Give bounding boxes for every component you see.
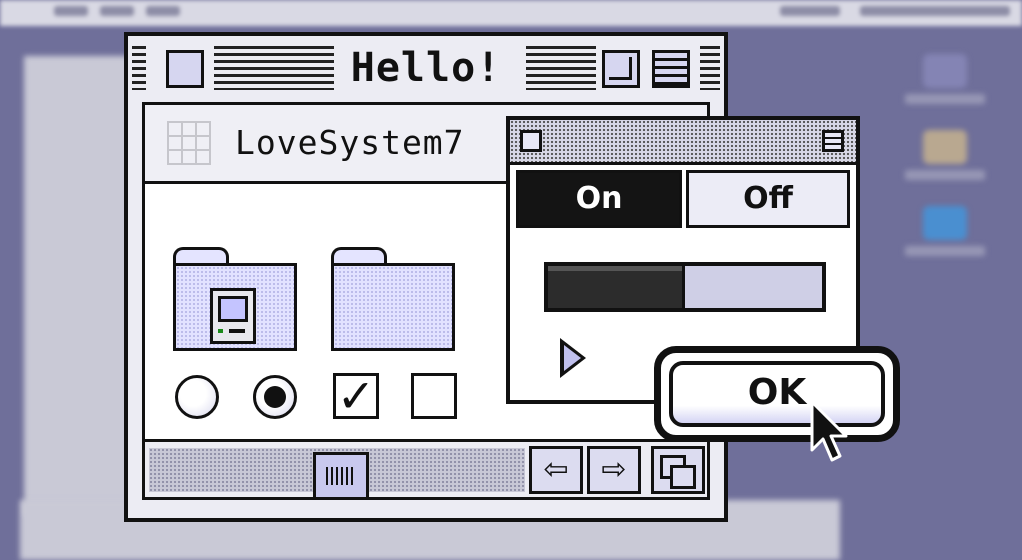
title-stripes [700,46,720,90]
ok-button-label: OK [669,361,885,427]
window-title: Hello! [346,42,506,94]
zoom-box[interactable] [602,50,640,88]
on-off-toggle[interactable]: On Off [516,170,850,228]
resize-icon[interactable] [651,446,705,494]
title-stripes [132,46,146,90]
collapse-box[interactable] [652,50,690,88]
menu-item-view[interactable] [146,6,180,16]
control-title-bar[interactable] [510,120,856,165]
horizontal-scrollbar[interactable]: ⇦ ⇨ [145,439,707,497]
menu-item-edit[interactable] [100,6,134,16]
title-stripes [214,46,334,90]
radio-button-selected[interactable] [253,375,297,419]
desktop-icon-finder[interactable] [890,130,1000,180]
arrow-left-icon[interactable]: ⇦ [529,446,583,494]
title-bar[interactable]: Hello! [128,36,724,100]
menu-bar [0,0,1022,26]
menu-item-file[interactable] [54,6,88,16]
background-window [24,56,134,516]
menu-clock [780,6,840,16]
progress-fill [548,266,685,308]
checkbox-unchecked[interactable] [411,373,457,419]
desktop-icon-drive[interactable] [890,54,1000,104]
scroll-thumb[interactable] [313,452,369,497]
mac-computer-icon [210,288,256,344]
radio-button-unselected[interactable] [175,375,219,419]
scroll-track[interactable] [149,448,525,497]
toggle-on-option[interactable]: On [516,170,682,228]
grid-view-icon[interactable] [167,121,211,165]
checkbox-checked[interactable]: ✓ [333,373,379,419]
folder-icon[interactable] [331,247,455,351]
toggle-off-option[interactable]: Off [686,170,850,228]
close-box[interactable] [520,130,542,152]
disclosure-triangle-icon[interactable] [560,338,586,378]
menu-app-switcher[interactable] [860,6,1010,16]
arrow-cursor-icon [810,400,848,462]
system-folder-icon[interactable] [173,247,297,351]
desktop-icon-globe[interactable] [890,206,1000,256]
arrow-right-icon[interactable]: ⇨ [587,446,641,494]
progress-bar [544,262,826,312]
close-box[interactable] [166,50,204,88]
folder-name: LoveSystem7 [235,123,465,162]
ok-button[interactable]: OK [654,346,900,442]
title-stripes [526,46,596,90]
collapse-box[interactable] [822,130,844,152]
